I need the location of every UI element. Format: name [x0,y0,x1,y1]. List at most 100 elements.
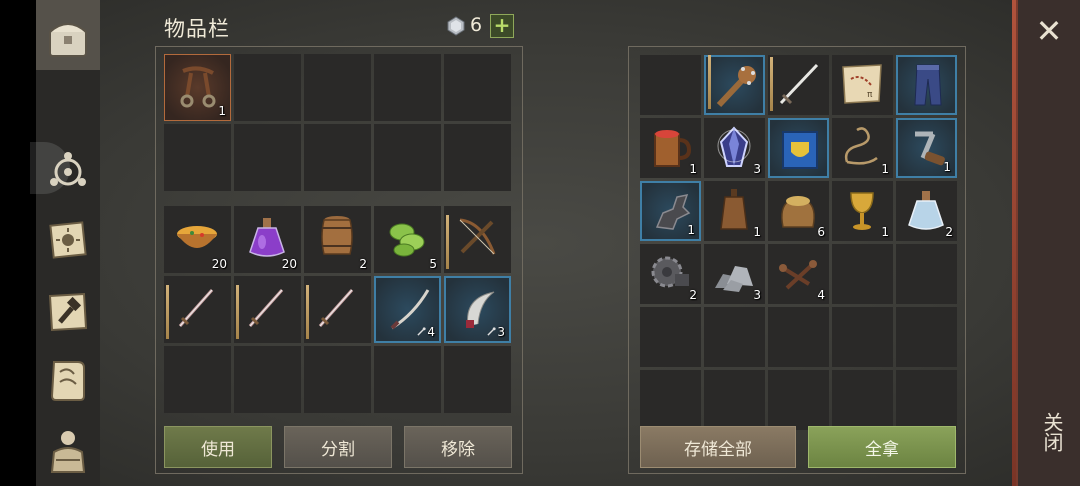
storage-slot-stones[interactable]: 3 [704,244,765,304]
equip-slot-empty[interactable] [234,54,301,121]
bag-slot-sword[interactable] [164,276,231,343]
storage-slot-empty[interactable] [704,370,765,430]
storage-slot-rope[interactable]: 1 [832,118,893,178]
storage-slot-empty[interactable] [768,307,829,367]
storage-slot-leather-flask[interactable]: 1 [704,181,765,241]
item-count-value: 1 [687,223,695,237]
item-count-value: 5 [429,257,437,271]
svg-text:π: π [867,90,873,100]
storage-slot-blue-book[interactable] [768,118,829,178]
item-count-value: 1 [881,162,889,176]
bag-slot-crossbow[interactable] [444,206,511,273]
bag-slot-empty[interactable] [374,346,441,413]
equip-slot-empty[interactable] [234,124,301,191]
storage-slot-empty[interactable] [768,370,829,430]
storage-slot-empty[interactable] [896,307,957,367]
storage-slot-golden-goblet[interactable]: 1 [832,181,893,241]
storage-slot-crystal[interactable]: 3 [704,118,765,178]
close-panel[interactable]: ✕ 关闭 [1016,0,1080,486]
bag-slot-katana[interactable]: 4 [374,276,441,343]
equip-grid: 1 [164,54,511,191]
close-label[interactable]: 关闭 [1038,412,1067,452]
hammer-map-icon[interactable] [36,280,100,344]
bag-slot-barrel[interactable]: 2 [304,206,371,273]
storage-slot-long-sword[interactable] [768,55,829,115]
compass-icon[interactable] [36,140,100,204]
storage-slot-empty[interactable] [896,370,957,430]
storage-slot-empty[interactable] [640,370,701,430]
storage-slot-empty[interactable] [832,244,893,304]
item-count-value: 4 [427,325,435,339]
bag-slot-empty[interactable] [444,346,511,413]
sword-icon [312,282,362,332]
bag-grid: 20 20 2 5 4 3 [164,206,511,413]
close-icon[interactable]: ✕ [1032,14,1066,48]
storage-slot-beer-mug[interactable]: 1 [640,118,701,178]
leather-flask-icon [709,185,759,235]
soup-bowl-icon [172,212,222,262]
item-count-value: 1 [689,162,697,176]
store-all-button[interactable]: 存储全部 [640,426,796,468]
equip-slot-empty[interactable] [444,54,511,121]
equip-slot-empty[interactable] [444,124,511,191]
bag-slot-scythe-blade[interactable]: 3 [444,276,511,343]
item-count-value: 4 [817,288,825,302]
item-count: 1 [753,225,761,239]
storage-slot-empty[interactable] [640,55,701,115]
gem-count: 6 [470,14,483,36]
storage-slot-nails[interactable]: 4 [768,244,829,304]
item-count: 3 [753,162,761,176]
use-button[interactable]: 使用 [164,426,272,468]
equip-slot-empty[interactable] [374,124,441,191]
equip-slot-empty[interactable] [164,124,231,191]
item-count-value: 3 [497,325,505,339]
crystal-icon [709,122,759,172]
sun-book-icon[interactable] [36,208,100,272]
storage-slot-empty[interactable] [832,307,893,367]
item-count-value: 3 [753,162,761,176]
bag-slot-green-cabbage[interactable]: 5 [374,206,441,273]
bag-slot-purple-potion[interactable]: 20 [234,206,301,273]
item-count: 6 [817,225,825,239]
storage-slot-gear[interactable]: 2 [640,244,701,304]
storage-slot-treasure-map[interactable]: π [832,55,893,115]
item-count-value: 2 [689,288,697,302]
item-count-value: 2 [359,257,367,271]
storage-slot-empty[interactable] [704,307,765,367]
item-count: 3 [753,288,761,302]
equip-slot-leather-harness[interactable]: 1 [164,54,231,121]
storage-slot-empty[interactable] [832,370,893,430]
bag-slot-sword[interactable] [304,276,371,343]
bag-slot-empty[interactable] [164,346,231,413]
storage-slot-empty[interactable] [640,307,701,367]
storage-slot-water-potion[interactable]: 2 [896,181,957,241]
rope-icon [837,122,887,172]
take-all-button[interactable]: 全拿 [808,426,956,468]
character-icon[interactable] [36,418,100,482]
bag-slot-sword[interactable] [234,276,301,343]
item-count-value: 1 [943,160,951,174]
item-count-value: 6 [817,225,825,239]
storage-slot-crank-handle[interactable]: 1 [896,118,957,178]
storage-slot-spiked-club[interactable] [704,55,765,115]
storage-slot-blue-pants[interactable] [896,55,957,115]
equip-slot-empty[interactable] [304,124,371,191]
barrel-icon [312,212,362,262]
bag-slot-soup-bowl[interactable]: 20 [164,206,231,273]
remove-button[interactable]: 移除 [404,426,512,468]
chest-icon[interactable] [36,6,100,70]
add-gems-button[interactable]: + [490,14,514,38]
split-button[interactable]: 分割 [284,426,392,468]
item-count-value: 20 [281,257,297,271]
equip-slot-empty[interactable] [304,54,371,121]
bag-slot-empty[interactable] [304,346,371,413]
equip-slot-empty[interactable] [374,54,441,121]
scroll-icon[interactable] [36,348,100,412]
storage-slot-dark-part[interactable]: 1 [640,181,701,241]
storage-slot-grain-sack[interactable]: 6 [768,181,829,241]
item-count: 1 [687,223,695,237]
storage-slot-empty[interactable] [896,244,957,304]
bag-slot-empty[interactable] [234,346,301,413]
item-count: 3 [487,325,505,339]
page-title: 物品栏 [164,17,230,41]
